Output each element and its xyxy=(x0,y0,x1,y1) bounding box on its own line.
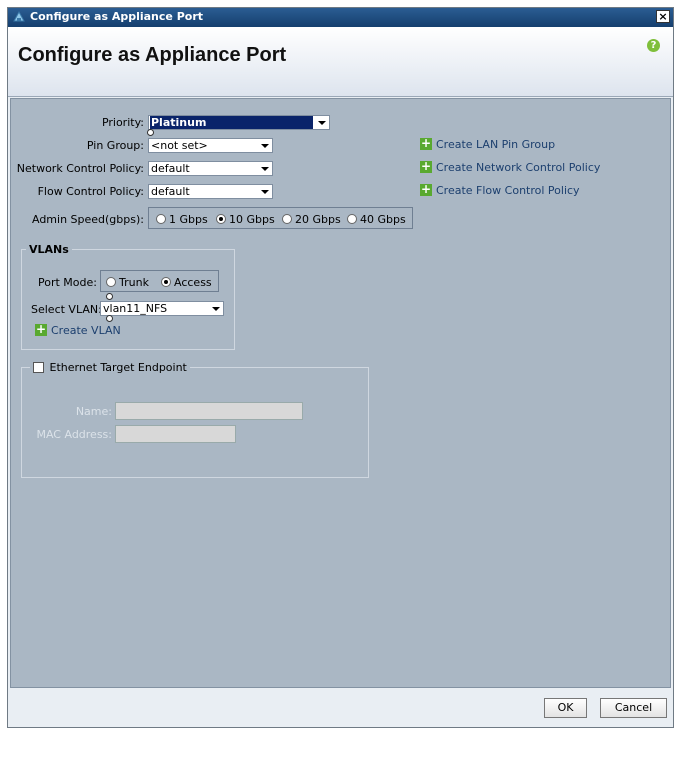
radio-icon xyxy=(106,277,116,287)
chevron-down-icon[interactable] xyxy=(257,162,272,175)
network-control-select[interactable]: default xyxy=(148,161,273,176)
create-flow-control-policy-link[interactable]: + Create Flow Control Policy xyxy=(420,183,580,197)
ethernet-target-legend[interactable]: Ethernet Target Endpoint xyxy=(30,360,190,374)
name-label: Name: xyxy=(75,405,112,418)
app-icon xyxy=(13,11,25,22)
dialog-window: Configure as Appliance Port × Configure … xyxy=(7,7,674,728)
vlans-group: VLANs Port Mode: Trunk Access Select VLA… xyxy=(21,243,235,350)
speed-radio-20[interactable]: 20 Gbps xyxy=(282,212,341,226)
link-text: Create VLAN xyxy=(51,323,121,337)
port-mode-trunk-radio[interactable]: Trunk xyxy=(106,275,149,289)
flow-control-value: default xyxy=(151,185,190,198)
speed-option-label: 40 Gbps xyxy=(360,212,406,226)
speed-radio-40[interactable]: 40 Gbps xyxy=(347,212,406,226)
info-icon xyxy=(106,293,113,300)
flow-control-select[interactable]: default xyxy=(148,184,273,199)
radio-icon xyxy=(156,214,166,224)
link-text: Create Network Control Policy xyxy=(436,160,601,174)
radio-icon xyxy=(347,214,357,224)
ethernet-target-label: Ethernet Target Endpoint xyxy=(49,360,187,374)
select-vlan-select[interactable]: vlan11_NFS xyxy=(100,301,224,316)
priority-label: Priority: xyxy=(101,116,144,129)
mac-address-label: MAC Address: xyxy=(36,428,112,441)
close-icon[interactable]: × xyxy=(656,10,670,23)
port-mode-label: Port Mode: xyxy=(38,276,97,289)
speed-option-label: 10 Gbps xyxy=(229,212,275,226)
chevron-down-icon[interactable] xyxy=(208,302,223,315)
speed-radio-1[interactable]: 1 Gbps xyxy=(156,212,208,226)
port-mode-group: Trunk Access xyxy=(100,270,219,292)
pin-group-label: Pin Group: xyxy=(86,139,144,152)
ethernet-target-group: Ethernet Target Endpoint Name: MAC Addre… xyxy=(21,360,369,478)
priority-select[interactable]: Platinum xyxy=(148,115,330,130)
form-panel: Priority: Platinum Pin Group: <not set> … xyxy=(10,98,671,688)
network-control-label: Network Control Policy: xyxy=(16,162,144,175)
speed-option-label: 1 Gbps xyxy=(169,212,208,226)
admin-speed-label: Admin Speed(gbps): xyxy=(31,213,144,226)
radio-icon xyxy=(282,214,292,224)
plus-icon: + xyxy=(420,159,432,173)
plus-icon: + xyxy=(420,182,432,196)
info-icon xyxy=(147,129,154,136)
port-mode-option-label: Trunk xyxy=(119,275,149,289)
name-field[interactable] xyxy=(115,402,303,420)
port-mode-option-label: Access xyxy=(174,275,212,289)
priority-value: Platinum xyxy=(150,116,313,129)
radio-selected-icon xyxy=(161,277,171,287)
speed-radio-10[interactable]: 10 Gbps xyxy=(216,212,275,226)
ok-button[interactable]: OK xyxy=(544,698,587,718)
link-text: Create LAN Pin Group xyxy=(436,137,556,151)
chevron-down-icon[interactable] xyxy=(257,139,272,152)
help-icon[interactable]: ? xyxy=(647,39,660,52)
cancel-button[interactable]: Cancel xyxy=(600,698,667,718)
window-title: Configure as Appliance Port xyxy=(30,10,204,23)
dialog-footer: OK Cancel xyxy=(8,689,673,727)
chevron-down-icon[interactable] xyxy=(314,116,329,129)
title-bar[interactable]: Configure as Appliance Port × xyxy=(8,8,673,27)
network-control-value: default xyxy=(151,162,190,175)
page-title: Configure as Appliance Port xyxy=(18,44,287,66)
info-icon xyxy=(106,315,113,322)
mac-address-field[interactable] xyxy=(115,425,236,443)
port-mode-access-radio[interactable]: Access xyxy=(161,275,212,289)
chevron-down-icon[interactable] xyxy=(257,185,272,198)
speed-option-label: 20 Gbps xyxy=(295,212,341,226)
checkbox-icon[interactable] xyxy=(33,361,44,373)
select-vlan-value: vlan11_NFS xyxy=(103,302,168,315)
create-lan-pin-group-link[interactable]: + Create LAN Pin Group xyxy=(420,137,555,151)
dialog-header: Configure as Appliance Port ? xyxy=(8,27,673,97)
link-text: Create Flow Control Policy xyxy=(436,183,580,197)
plus-icon: + xyxy=(420,136,432,150)
pin-group-value: <not set> xyxy=(151,139,208,152)
vlans-legend: VLANs xyxy=(26,243,72,256)
radio-selected-icon xyxy=(216,214,226,224)
select-vlan-label: Select VLAN: xyxy=(31,303,102,316)
plus-icon: + xyxy=(35,322,47,336)
pin-group-select[interactable]: <not set> xyxy=(148,138,273,153)
create-vlan-link[interactable]: + Create VLAN xyxy=(35,323,121,337)
flow-control-label: Flow Control Policy: xyxy=(37,185,144,198)
create-network-control-policy-link[interactable]: + Create Network Control Policy xyxy=(420,160,600,174)
admin-speed-group: 1 Gbps 10 Gbps 20 Gbps 40 Gbps xyxy=(148,207,413,229)
